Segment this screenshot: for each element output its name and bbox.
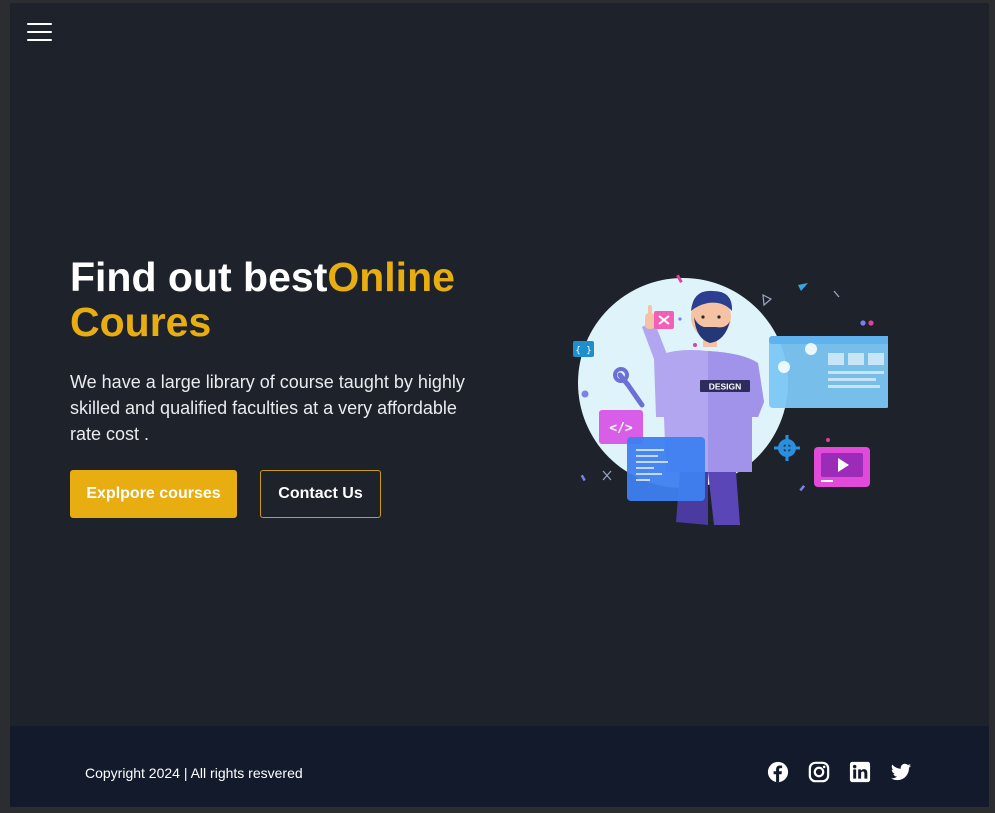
hero-subtitle: We have a large library of course taught… [70, 372, 465, 444]
footer: Copyright 2024 | All rights resvered [10, 726, 989, 807]
contact-us-button[interactable]: Contact Us [260, 470, 381, 518]
explore-courses-button[interactable]: Explpore courses [70, 470, 237, 518]
hero-title-accent-line2: Coures [70, 299, 212, 345]
hero-section: Find out bestOnline Coures We have a larg… [70, 255, 510, 518]
hamburger-menu-icon[interactable] [27, 23, 53, 45]
hero-title-accent: Online [327, 254, 455, 300]
twitter-icon[interactable] [890, 761, 912, 783]
copyright-text: Copyright 2024 | All rights resvered [85, 765, 303, 781]
hero-buttons: Explpore courses Contact Us [70, 470, 510, 518]
hero-title: Find out bestOnline Coures [70, 255, 510, 345]
facebook-icon[interactable] [767, 761, 789, 783]
svg-text:</>: </> [609, 421, 633, 436]
linkedin-icon[interactable] [849, 761, 871, 783]
app-window: Find out bestOnline Coures We have a larg… [10, 3, 989, 807]
design-badge-text: DESIGN [709, 382, 742, 392]
svg-text:{ }: { } [575, 346, 591, 356]
instagram-icon[interactable] [808, 761, 830, 783]
hero-title-main: Find out best [70, 254, 328, 300]
hero-illustration: { } DESIGN </> [573, 274, 888, 525]
social-links [767, 761, 912, 783]
